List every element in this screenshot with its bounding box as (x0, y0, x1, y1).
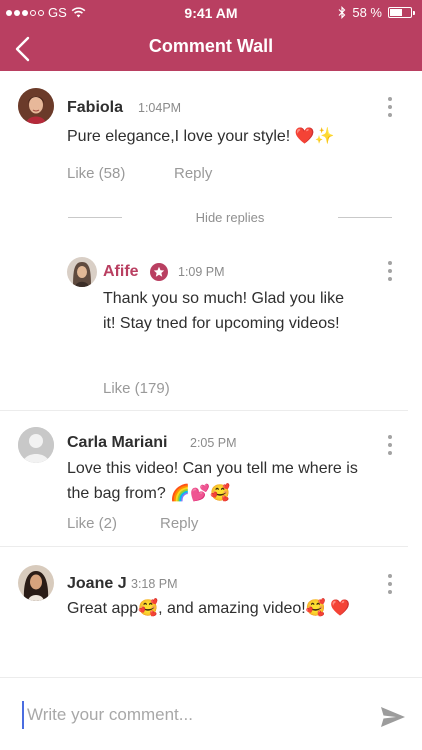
comment-time: 1:04PM (138, 101, 182, 115)
status-right: 58 % (338, 5, 415, 20)
reply-text-line-1: Thank you so much! Glad you like (103, 290, 345, 307)
comment-input[interactable] (22, 701, 362, 729)
like-button[interactable]: Like (2) (67, 515, 117, 532)
reply-time: 1:09 PM (178, 265, 225, 279)
comment-item: Fabiola 1:04PM Pure elegance,I love your… (0, 71, 422, 410)
reply-text-line-2: it! Stay tned for upcoming videos! (103, 315, 340, 332)
more-options-icon[interactable] (385, 435, 395, 455)
bluetooth-icon (338, 6, 346, 19)
like-button[interactable]: Like (179) (103, 380, 170, 397)
send-icon[interactable] (380, 706, 406, 728)
avatar[interactable] (18, 565, 54, 601)
more-options-icon[interactable] (385, 97, 395, 117)
comment-item: Joane J 3:18 PM Great app🥰, and amazing … (0, 547, 422, 637)
comment-text: Pure elegance,I love your style! ❤️✨ (67, 128, 335, 145)
like-button[interactable]: Like (58) (67, 165, 125, 182)
reply-author[interactable]: Afife (103, 263, 139, 281)
hide-replies-toggle[interactable]: Hide replies (68, 208, 392, 228)
comment-item: Carla Mariani 2:05 PM Love this video! C… (0, 411, 422, 546)
page-title: Comment Wall (148, 36, 274, 56)
avatar[interactable] (67, 257, 97, 287)
comment-author[interactable]: Joane J (67, 575, 127, 593)
comment-text-line-2: the bag from? 🌈💕🥰 (67, 485, 230, 502)
divider-right (338, 217, 392, 218)
more-options-icon[interactable] (385, 261, 395, 281)
battery-fill (390, 9, 402, 16)
comment-time: 2:05 PM (190, 436, 237, 450)
reply-button[interactable]: Reply (160, 515, 198, 532)
more-options-icon[interactable] (385, 574, 395, 594)
avatar[interactable] (18, 88, 54, 124)
star-badge-icon (150, 263, 168, 281)
app-header: GS 9:41 AM 58 % Comment Wall (0, 0, 422, 71)
status-bar: GS 9:41 AM 58 % (0, 0, 422, 24)
comment-input-bar (0, 677, 422, 750)
battery-icon (388, 7, 415, 18)
battery-percent: 58 % (352, 5, 382, 20)
comment-author[interactable]: Carla Mariani (67, 434, 167, 452)
comment-text-line-1: Love this video! Can you tell me where i… (67, 460, 358, 477)
comment-text: Great app🥰, and amazing video!🥰 ❤️ (67, 600, 351, 617)
comment-author[interactable]: Fabiola (67, 99, 123, 117)
comment-time: 3:18 PM (131, 577, 178, 591)
reply-button[interactable]: Reply (174, 165, 212, 182)
default-user-avatar-icon[interactable] (18, 427, 54, 463)
